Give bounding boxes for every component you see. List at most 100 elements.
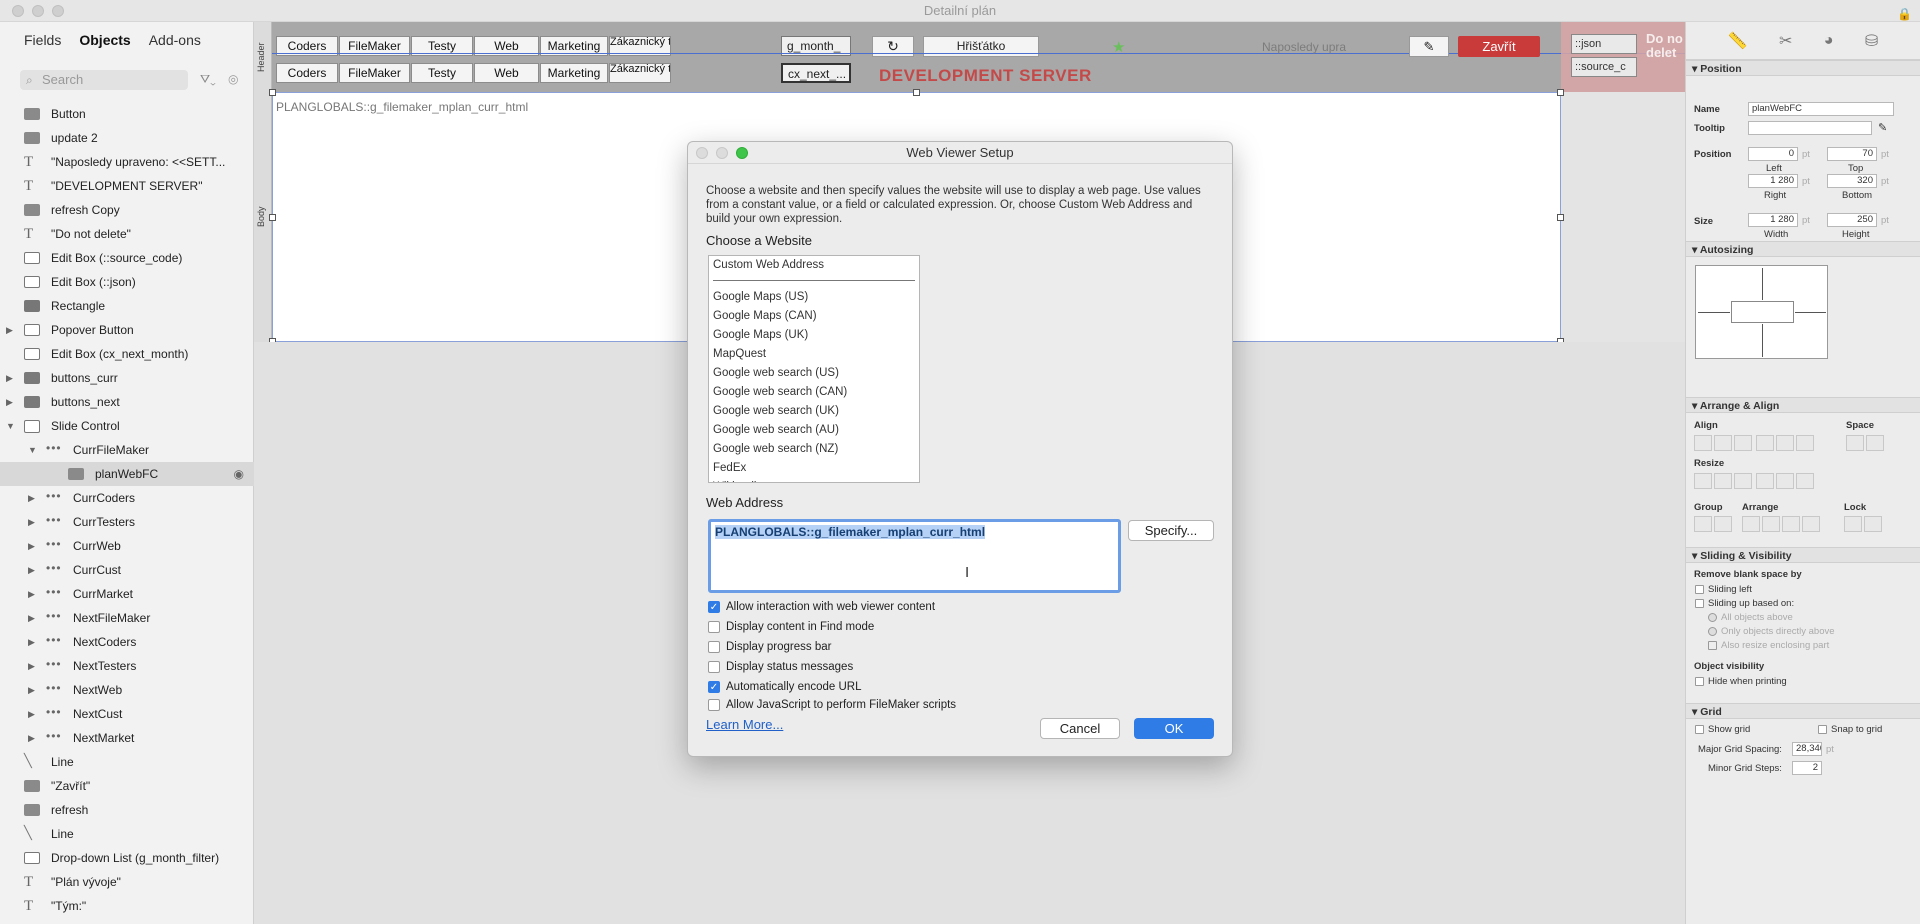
dev-server-text[interactable]: DEVELOPMENT SERVER bbox=[879, 66, 1092, 86]
align-button-icon[interactable] bbox=[1796, 435, 1814, 451]
website-list[interactable]: Custom Web Address Google Maps (US) Googl… bbox=[708, 255, 920, 483]
object-row[interactable]: ▶ ••• NextTesters bbox=[0, 654, 254, 678]
source-code-edit-box[interactable]: ::source_c bbox=[1571, 57, 1637, 77]
resize-handle[interactable] bbox=[269, 89, 276, 96]
ok-button[interactable]: OK bbox=[1134, 718, 1214, 739]
part-label-header[interactable]: Header bbox=[256, 42, 266, 72]
bottom-input[interactable]: 320 bbox=[1827, 174, 1877, 188]
show-grid-checkbox[interactable] bbox=[1695, 725, 1704, 734]
checkbox-unchecked-icon[interactable] bbox=[708, 699, 720, 711]
team-button[interactable]: Marketing bbox=[540, 63, 608, 83]
right-input[interactable]: 1 280 bbox=[1748, 174, 1798, 188]
major-spacing-input[interactable]: 28,346 bbox=[1792, 742, 1822, 756]
website-option[interactable]: Google web search (CAN) bbox=[709, 383, 919, 402]
resize-button-icon[interactable] bbox=[1776, 473, 1794, 489]
object-row[interactable]: ▶ buttons_curr bbox=[0, 366, 254, 390]
object-row[interactable]: ▶ ••• CurrTesters bbox=[0, 510, 254, 534]
position-tab-icon[interactable]: 📏 bbox=[1728, 31, 1748, 51]
website-option[interactable]: Google Maps (UK) bbox=[709, 326, 919, 345]
anchor-top[interactable] bbox=[1762, 268, 1763, 300]
align-button-icon[interactable] bbox=[1714, 435, 1732, 451]
anchor-left[interactable] bbox=[1698, 312, 1730, 313]
grid-section-header[interactable]: ▾ Grid bbox=[1686, 703, 1920, 719]
width-input[interactable]: 1 280 bbox=[1748, 213, 1798, 227]
disclosure-collapsed-icon[interactable]: ▶ bbox=[28, 654, 35, 678]
hide-printing-checkbox[interactable] bbox=[1695, 677, 1704, 686]
disclosure-collapsed-icon[interactable]: ▶ bbox=[28, 582, 35, 606]
team-button[interactable]: Zákaznický tým bbox=[609, 63, 671, 83]
cancel-button[interactable]: Cancel bbox=[1040, 718, 1120, 739]
top-input[interactable]: 70 bbox=[1827, 147, 1877, 161]
website-option[interactable]: MapQuest bbox=[709, 345, 919, 364]
minimize-window-button[interactable] bbox=[32, 5, 44, 17]
arrange-button-icon[interactable] bbox=[1714, 516, 1732, 532]
disclosure-collapsed-icon[interactable]: ▶ bbox=[6, 366, 13, 390]
website-option[interactable]: Google web search (AU) bbox=[709, 421, 919, 440]
website-option[interactable]: Google Maps (US) bbox=[709, 288, 919, 307]
object-row[interactable]: T "Plán vývoje" bbox=[0, 870, 254, 894]
all-objects-above-radio[interactable] bbox=[1708, 613, 1717, 622]
specify-button[interactable]: Specify... bbox=[1128, 520, 1214, 541]
last-modified-text[interactable]: Naposledy upra bbox=[1262, 40, 1346, 54]
object-row[interactable]: Edit Box (cx_next_month) bbox=[0, 342, 254, 366]
next-month-field[interactable]: cx_next_... bbox=[781, 63, 851, 83]
checkbox-unchecked-icon[interactable] bbox=[708, 621, 720, 633]
dialog-minimize-button[interactable] bbox=[716, 147, 728, 159]
object-row[interactable]: refresh bbox=[0, 798, 254, 822]
website-option[interactable]: FedEx bbox=[709, 459, 919, 478]
left-input[interactable]: 0 bbox=[1748, 147, 1798, 161]
edit-button[interactable]: ✎ bbox=[1409, 36, 1449, 57]
autosizing-widget[interactable] bbox=[1695, 265, 1828, 359]
object-row[interactable]: planWebFC ◉ bbox=[0, 462, 254, 486]
position-section-header[interactable]: ▾ Position bbox=[1686, 60, 1920, 76]
website-option[interactable]: Wikipedia bbox=[709, 478, 919, 482]
autosizing-section-header[interactable]: ▾ Autosizing bbox=[1686, 241, 1920, 257]
disclosure-collapsed-icon[interactable]: ▶ bbox=[28, 606, 35, 630]
object-row[interactable]: ╲ Line bbox=[0, 750, 254, 774]
disclosure-collapsed-icon[interactable]: ▶ bbox=[6, 318, 13, 342]
learn-more-link[interactable]: Learn More... bbox=[706, 717, 783, 732]
object-row[interactable]: ▶ ••• NextWeb bbox=[0, 678, 254, 702]
close-window-button[interactable] bbox=[12, 5, 24, 17]
web-address-input[interactable]: PLANGLOBALS::g_filemaker_mplan_curr_html… bbox=[708, 519, 1121, 593]
arrange-button-icon[interactable] bbox=[1742, 516, 1760, 532]
search-input[interactable]: ⌕ Search bbox=[20, 70, 188, 90]
object-row[interactable]: ▶ ••• CurrMarket bbox=[0, 582, 254, 606]
object-row[interactable]: T "Tým:" bbox=[0, 894, 254, 918]
disclosure-collapsed-icon[interactable]: ▶ bbox=[28, 630, 35, 654]
anchor-bottom[interactable] bbox=[1762, 324, 1763, 357]
resize-button-icon[interactable] bbox=[1796, 473, 1814, 489]
dialog-close-button[interactable] bbox=[696, 147, 708, 159]
align-button-icon[interactable] bbox=[1756, 435, 1774, 451]
sliding-up-checkbox[interactable] bbox=[1695, 599, 1704, 608]
name-input[interactable]: planWebFC bbox=[1748, 102, 1894, 116]
object-row[interactable]: ╲ Line bbox=[0, 822, 254, 846]
website-option[interactable]: Google Maps (CAN) bbox=[709, 307, 919, 326]
website-option[interactable]: Google web search (UK) bbox=[709, 402, 919, 421]
disclosure-collapsed-icon[interactable]: ▶ bbox=[28, 702, 35, 726]
object-row[interactable]: ▶ ••• NextCust bbox=[0, 702, 254, 726]
object-row[interactable]: Rectangle bbox=[0, 294, 254, 318]
object-row[interactable]: "Zavřít" bbox=[0, 774, 254, 798]
zoom-window-button[interactable] bbox=[52, 5, 64, 17]
resize-enclosing-checkbox[interactable] bbox=[1708, 641, 1717, 650]
eye-icon[interactable]: ◉ bbox=[234, 462, 244, 486]
team-button[interactable]: Web bbox=[474, 63, 539, 83]
pencil-icon[interactable]: ✎ bbox=[1878, 121, 1887, 134]
disclosure-collapsed-icon[interactable]: ▶ bbox=[28, 486, 35, 510]
align-button-icon[interactable] bbox=[1846, 435, 1864, 451]
resize-button-icon[interactable] bbox=[1756, 473, 1774, 489]
tab-fields[interactable]: Fields bbox=[24, 32, 61, 56]
resize-handle[interactable] bbox=[269, 214, 276, 221]
object-row[interactable]: refresh Copy bbox=[0, 198, 254, 222]
team-button[interactable]: FileMaker bbox=[339, 63, 410, 83]
close-layout-button[interactable]: Zavřít bbox=[1458, 36, 1540, 57]
disclosure-expanded-icon[interactable]: ▼ bbox=[28, 438, 37, 462]
website-option[interactable]: Google web search (NZ) bbox=[709, 440, 919, 459]
resize-button-icon[interactable] bbox=[1714, 473, 1732, 489]
object-row[interactable]: ▶ ••• CurrCust bbox=[0, 558, 254, 582]
sliding-left-checkbox[interactable] bbox=[1695, 585, 1704, 594]
disclosure-collapsed-icon[interactable]: ▶ bbox=[28, 558, 35, 582]
disclosure-collapsed-icon[interactable]: ▶ bbox=[6, 390, 13, 414]
checkbox-unchecked-icon[interactable] bbox=[708, 661, 720, 673]
